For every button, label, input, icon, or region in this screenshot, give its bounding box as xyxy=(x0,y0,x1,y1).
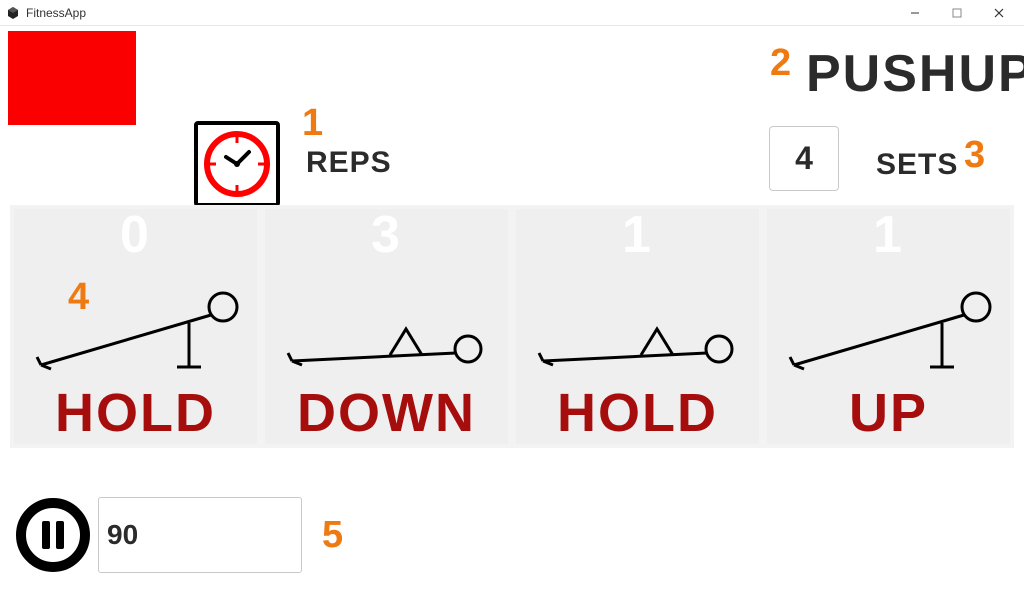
stage-card-down[interactable]: 3 DOWN xyxy=(265,209,508,444)
stage-count: 0 xyxy=(120,205,151,265)
stage-strip: 0 HOLD 3 xyxy=(10,205,1014,448)
pause-button[interactable] xyxy=(16,498,90,572)
sets-label: SETS xyxy=(876,148,958,182)
annotation-1: 1 xyxy=(302,102,323,145)
stage-card-up[interactable]: 1 UP xyxy=(767,209,1010,444)
reps-label: REPS xyxy=(306,146,392,180)
window-maximize-button[interactable] xyxy=(936,0,978,26)
pushup-down-icon xyxy=(516,265,759,386)
pushup-up-icon xyxy=(767,265,1010,386)
pushup-up-icon xyxy=(14,265,257,386)
exercise-title: PUSHUP xyxy=(806,44,1024,104)
stage-count: 1 xyxy=(622,205,653,265)
stage-count: 1 xyxy=(873,205,904,265)
annotation-4: 4 xyxy=(68,276,89,319)
annotation-5: 5 xyxy=(322,514,343,557)
stage-label: UP xyxy=(849,386,928,440)
window-minimize-button[interactable] xyxy=(894,0,936,26)
stage-label: HOLD xyxy=(55,386,216,440)
app-stage: REPS PUSHUP SETS 1 2 3 4 5 0 HOLD 3 xyxy=(0,26,1024,597)
stage-count: 3 xyxy=(371,205,402,265)
bpm-input[interactable] xyxy=(98,497,302,573)
unity-logo-icon xyxy=(6,6,20,20)
annotation-2: 2 xyxy=(770,42,791,85)
annotation-3: 3 xyxy=(964,134,985,177)
window-close-button[interactable] xyxy=(978,0,1020,26)
preview-panel xyxy=(8,31,136,125)
stage-card-hold-bottom[interactable]: 1 HOLD xyxy=(516,209,759,444)
stage-card-hold-top[interactable]: 0 HOLD xyxy=(14,209,257,444)
stage-label: HOLD xyxy=(557,386,718,440)
sets-input[interactable] xyxy=(769,126,839,191)
clock-icon xyxy=(194,121,280,207)
stage-label: DOWN xyxy=(297,386,476,440)
window-titlebar: FitnessApp xyxy=(0,0,1024,26)
pushup-down-icon xyxy=(265,265,508,386)
window-title: FitnessApp xyxy=(26,6,86,20)
